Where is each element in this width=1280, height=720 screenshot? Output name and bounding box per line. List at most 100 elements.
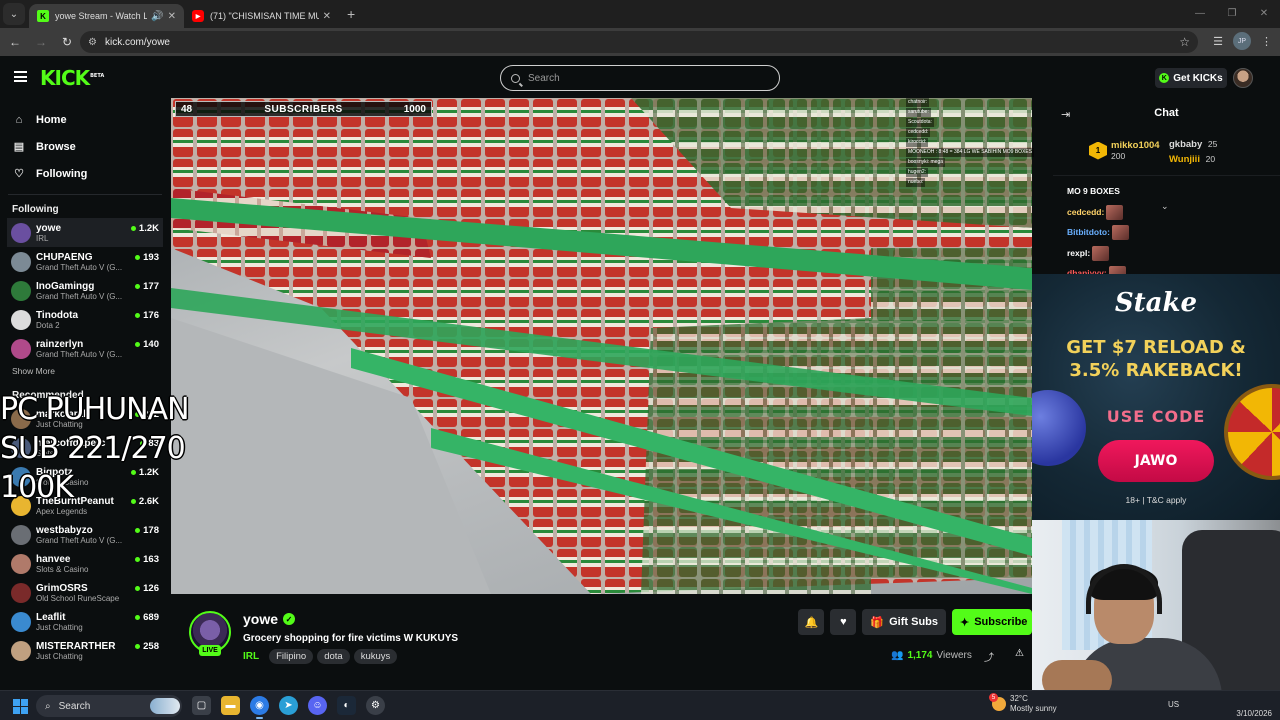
channel-viewers: 176 (135, 310, 159, 321)
sidebar-channel-westbabyzo[interactable]: westbabyzo Grand Theft Auto V (G... 178 (0, 520, 170, 549)
bookmark-star-icon[interactable]: ☆ (1179, 35, 1190, 49)
overlay-chat-line: hugen2: (906, 168, 929, 177)
get-kicks-button[interactable]: K Get KICKs (1155, 68, 1227, 88)
follow-button[interactable]: ♥ (830, 609, 857, 635)
chat-message: rexpl: (1067, 243, 1129, 264)
sidebar-channel-yowe[interactable]: yowe IRL 1.2K (7, 218, 163, 247)
telegram-icon[interactable]: ➤ (279, 696, 298, 715)
viewer-count-text: 689 (143, 612, 159, 623)
stream-category[interactable]: IRL (243, 651, 259, 662)
taskbar-search-label: Search (58, 700, 91, 712)
report-icon[interactable]: ⚠ (1015, 648, 1024, 659)
share-icon[interactable]: ⤴ (984, 649, 994, 664)
settings-icon[interactable]: ⚙ (366, 696, 385, 715)
logo-text: KICK (40, 66, 90, 90)
gift-subs-button[interactable]: 🎁 Gift Subs (862, 609, 946, 635)
sidebar-nav-home[interactable]: ⌂ Home (0, 106, 170, 133)
gifter-name: gkbaby (1169, 139, 1203, 150)
close-tab-icon[interactable]: ✕ (323, 11, 331, 22)
subscribe-button[interactable]: ✦ Subscribe (952, 609, 1032, 635)
channel-category: Just Chatting (36, 622, 83, 632)
address-bar[interactable]: ⚙ kick.com/yowe ☆ (80, 31, 1198, 53)
language-indicator[interactable]: US (1168, 700, 1179, 709)
channel-avatar (11, 582, 31, 603)
overlay-chat-line: Scoutdota: (906, 118, 934, 127)
menu-icon[interactable] (14, 71, 27, 82)
user-avatar[interactable] (1233, 68, 1253, 88)
close-tab-icon[interactable]: ✕ (168, 11, 176, 22)
search-bar[interactable] (500, 65, 780, 91)
tag-dota[interactable]: dota (317, 649, 350, 664)
reading-list-icon[interactable]: ☰ (1213, 35, 1223, 48)
back-icon[interactable]: ← (4, 35, 26, 49)
sidebar-channel-leaflit[interactable]: Leaflit Just Chatting 689 (0, 607, 170, 636)
close-window-icon[interactable]: ✕ (1248, 0, 1280, 28)
tab-youtube[interactable]: ▶ (71) "CHISMISAN TIME MUNA" ✕ (184, 4, 339, 28)
forward-icon[interactable]: → (30, 35, 52, 49)
gift-subs-label: Gift Subs (889, 616, 938, 628)
taskbar-search[interactable]: ⌕ Search (36, 695, 182, 717)
show-more-link[interactable]: Show More (0, 366, 170, 378)
sidebar-channel-hanvee[interactable]: hanvee Slots & Casino 163 (0, 549, 170, 578)
nav-label: Browse (36, 140, 76, 153)
minimize-icon[interactable]: — (1184, 0, 1216, 28)
tag-filipino[interactable]: Filipino (269, 649, 314, 664)
more-menu-icon[interactable]: ⋮ (1261, 35, 1272, 48)
weather-widget[interactable]: 5 32°C Mostly sunny (989, 693, 1057, 714)
reload-icon[interactable]: ↻ (56, 35, 78, 49)
tab-kick[interactable]: K yowe Stream - Watch Live on 🔊 ✕ (29, 4, 184, 28)
chat-username[interactable]: cedcedd: (1067, 207, 1104, 217)
tab-search-button[interactable]: ⌄ (3, 3, 25, 25)
file-explorer-icon[interactable]: ▬ (221, 696, 240, 715)
top-gifter-1[interactable]: 1 mikko1004 200 (1089, 140, 1160, 161)
following-heading: Following (12, 204, 59, 215)
top-gifter-3[interactable]: Wunjiii 20 (1169, 152, 1217, 167)
sidebar-channel-rainzerlyn[interactable]: rainzerlyn Grand Theft Auto V (G... 140 (0, 334, 170, 363)
beta-badge: BETA (90, 73, 105, 80)
task-view-icon[interactable]: ▢ (192, 696, 211, 715)
tag-kukuys[interactable]: kukuys (353, 649, 398, 664)
sidebar-channel-misterarther[interactable]: MISTERARTHER Just Chatting 258 (0, 636, 170, 665)
overlay-chat-line: boosnyki: mega (906, 158, 946, 167)
sidebar-nav-following[interactable]: ♡ Following (0, 160, 170, 187)
taskbar-clock[interactable]: 3/10/2026 (1230, 697, 1272, 719)
kicks-coin-icon: K (1159, 73, 1170, 83)
viewer-count-text: 126 (143, 583, 159, 594)
sidebar-channel-tinodota[interactable]: Tinodota Dota 2 176 (0, 305, 170, 334)
channel-avatar (11, 280, 31, 301)
maximize-icon[interactable]: ❐ (1216, 0, 1248, 28)
sidebar-nav-browse[interactable]: ▤ Browse (0, 133, 170, 160)
profile-avatar[interactable]: JP (1233, 32, 1251, 50)
chat-message: Bitbitdoto: (1067, 222, 1129, 243)
chat-username[interactable]: Bitbitdoto: (1067, 227, 1110, 237)
stream-overlay-chat: chatnoir: sarutube: Scoutdota: cedcedd: kiro… (906, 98, 1046, 218)
expand-chevron-icon[interactable]: ⌄ (1161, 201, 1169, 212)
video-player[interactable] (171, 98, 1032, 594)
search-icon: ⌕ (45, 700, 51, 712)
discord-icon[interactable]: ☺ (308, 696, 327, 715)
steam-icon[interactable]: ◐ (337, 696, 356, 715)
bell-icon: 🔔 (804, 616, 819, 629)
weather-desc: Mostly sunny (1010, 704, 1057, 713)
channel-category: Old School RuneScape (36, 593, 120, 603)
notification-bell-button[interactable]: 🔔 (798, 609, 825, 635)
new-tab-button[interactable]: + (347, 6, 355, 22)
search-highlight-image (150, 698, 180, 714)
site-info-icon[interactable]: ⚙ (88, 37, 97, 48)
overlay-chat-line: sarutube: (906, 108, 931, 117)
chat-username[interactable]: rexpl: (1067, 248, 1090, 258)
search-input[interactable] (528, 72, 758, 84)
sidebar-channel-inogamingg[interactable]: InoGamingg Grand Theft Auto V (G... 177 (0, 276, 170, 305)
windows-start-icon[interactable] (13, 699, 28, 714)
top-gifter-2[interactable]: gkbaby 25 (1169, 137, 1217, 152)
chrome-icon[interactable]: ◉ (250, 696, 269, 719)
offer-line: 3.5% RAKEBACK! (1069, 360, 1243, 381)
sidebar-channel-chupaeng[interactable]: CHUPAENG Grand Theft Auto V (G... 193 (0, 247, 170, 276)
chat-username[interactable]: MO 9 BOXES (1067, 186, 1120, 196)
streamer-name[interactable]: yowe ✓ (243, 611, 296, 627)
channel-viewers: 163 (135, 554, 159, 565)
sidebar-channel-grimosrs[interactable]: GrimOSRS Old School RuneScape 126 (0, 578, 170, 607)
speaker-icon: 🔊 (151, 10, 164, 22)
channel-avatar (11, 338, 31, 359)
kick-logo[interactable]: KICKBETA (40, 66, 104, 90)
